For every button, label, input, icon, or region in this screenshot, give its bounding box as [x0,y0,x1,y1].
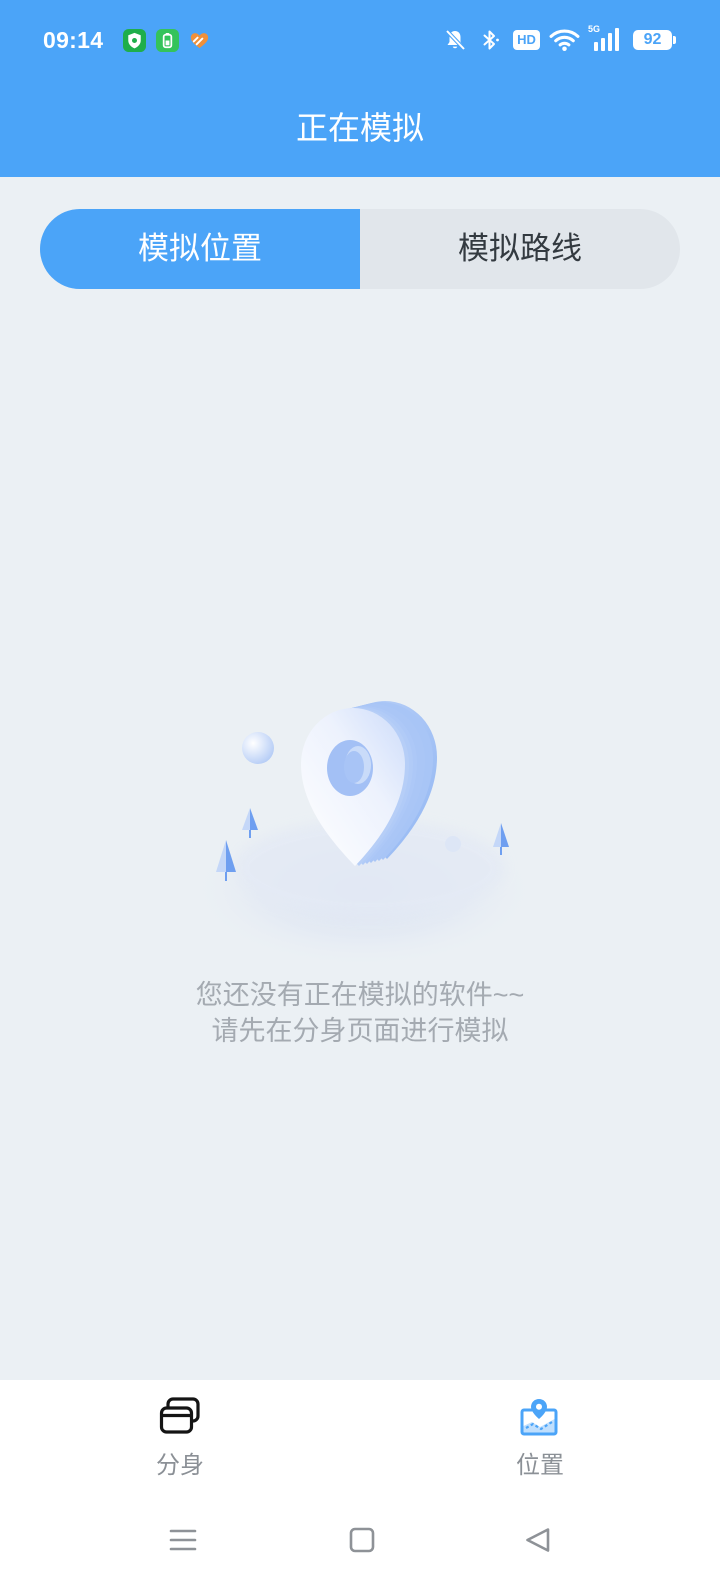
health-app-icon [190,33,209,49]
nav-item-clone[interactable]: 分身 [80,1385,280,1495]
wifi-icon [549,29,580,52]
status-time: 09:14 [43,27,104,53]
hd-icon: HD [513,30,540,50]
home-icon[interactable] [349,1527,375,1553]
back-icon[interactable] [524,1527,552,1553]
tab-simulate-location[interactable]: 模拟位置 [40,209,360,289]
battery-icon: 92 [633,30,672,50]
nav-item-location[interactable]: 位置 [440,1385,640,1495]
empty-state-hint: 请先在分身页面进行模拟 [211,1016,509,1046]
nav-label-location: 位置 [516,1452,564,1479]
system-nav-bar [0,1515,720,1565]
battery-tip [673,36,676,44]
map-pin-icon [520,1399,558,1436]
battery-app-icon [156,29,179,52]
menu-icon[interactable] [169,1527,197,1553]
bluetooth-icon [483,30,499,50]
shield-app-icon [123,29,146,52]
tab-simulate-route[interactable]: 模拟路线 [360,209,680,289]
location-pin-illustration [189,701,539,969]
empty-state-message: 您还没有正在模拟的软件~~ [195,980,525,1010]
screen: 09:14 HD 5G 92 正在模拟 模拟位置 模拟路线 您还没有正在模拟的软… [0,0,720,1584]
network-type-label: 5G [588,24,601,34]
app-header: 09:14 HD 5G 92 正在模拟 [0,0,720,177]
mode-tabs: 模拟位置 模拟路线 [40,209,680,289]
bell-muted-icon [445,29,466,51]
cards-icon [159,1397,200,1434]
page-title: 正在模拟 [295,110,424,146]
nav-label-clone: 分身 [156,1452,204,1479]
